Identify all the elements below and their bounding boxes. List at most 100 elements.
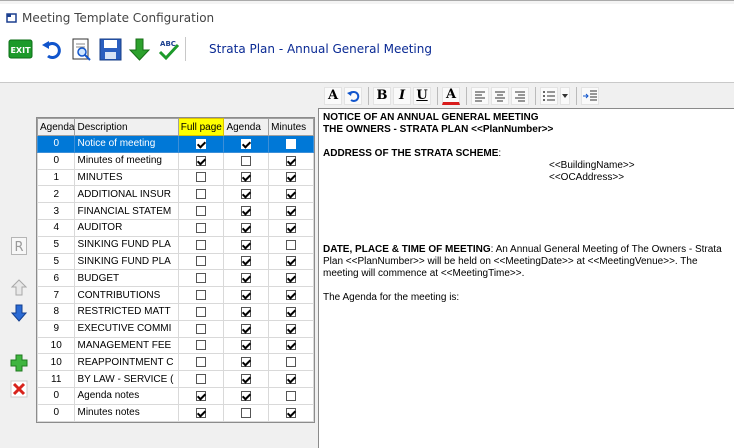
agenda-number-cell[interactable]: 8 — [36, 302, 76, 321]
agenda-checkbox[interactable] — [241, 323, 252, 334]
table-row[interactable]: 7 CONTRIBUTIONS — [36, 286, 314, 304]
table-row[interactable]: 10 REAPPOINTMENT C — [36, 353, 314, 372]
minutes-checkbox[interactable] — [286, 407, 297, 418]
full-page-checkbox[interactable] — [196, 273, 207, 284]
agenda-checkbox[interactable] — [241, 155, 252, 166]
table-row[interactable]: 0 Notice of meeting — [36, 135, 314, 153]
bullet-dropdown[interactable] — [560, 86, 570, 105]
full-page-checkbox[interactable] — [196, 138, 207, 149]
bold-button[interactable]: B — [373, 86, 391, 105]
agenda-number-cell[interactable]: 11 — [36, 370, 76, 388]
bullet-list-button[interactable] — [540, 86, 558, 105]
description-cell[interactable]: Minutes notes — [74, 403, 179, 422]
move-down-button[interactable] — [8, 302, 30, 324]
full-page-checkbox[interactable] — [196, 222, 207, 233]
agenda-checkbox[interactable] — [241, 273, 252, 284]
agenda-number-cell[interactable]: 3 — [36, 202, 76, 220]
description-cell[interactable]: FINANCIAL STATEM — [74, 202, 179, 220]
minutes-checkbox[interactable] — [286, 155, 297, 166]
undo-button[interactable] — [40, 37, 65, 62]
minutes-checkbox[interactable] — [286, 172, 297, 183]
description-cell[interactable]: MANAGEMENT FEE — [74, 336, 179, 355]
agenda-checkbox[interactable] — [241, 373, 252, 384]
table-row[interactable]: 2 ADDITIONAL INSUR — [36, 185, 314, 204]
description-cell[interactable]: MINUTES — [74, 168, 179, 187]
minutes-checkbox[interactable] — [286, 222, 297, 233]
minutes-checkbox[interactable] — [286, 306, 297, 317]
description-cell[interactable]: Minutes of meeting — [74, 151, 179, 170]
spell-check-button[interactable]: ABC — [156, 37, 181, 62]
agenda-number-cell[interactable]: 2 — [36, 185, 76, 204]
minutes-checkbox[interactable] — [286, 357, 297, 368]
agenda-checkbox[interactable] — [241, 189, 252, 200]
minutes-checkbox[interactable] — [286, 138, 297, 149]
align-left-button[interactable] — [471, 86, 489, 105]
table-row[interactable]: 10 MANAGEMENT FEE — [36, 336, 314, 355]
table-row[interactable]: 6 BUDGET — [36, 269, 314, 288]
full-page-checkbox[interactable] — [196, 189, 207, 200]
align-center-button[interactable] — [491, 86, 509, 105]
description-cell[interactable]: RESTRICTED MATT — [74, 302, 179, 321]
agenda-number-cell[interactable]: 0 — [36, 386, 76, 405]
description-cell[interactable]: Notice of meeting — [74, 135, 179, 153]
agenda-checkbox[interactable] — [241, 205, 252, 216]
col-agenda-flag[interactable]: Agenda — [223, 118, 270, 136]
full-page-checkbox[interactable] — [196, 373, 207, 384]
description-cell[interactable]: ADDITIONAL INSUR — [74, 185, 179, 204]
agenda-checkbox[interactable] — [241, 256, 252, 267]
description-cell[interactable]: SINKING FUND PLA — [74, 235, 179, 254]
table-row[interactable]: 0 Minutes of meeting — [36, 151, 314, 170]
minutes-checkbox[interactable] — [286, 390, 297, 401]
minutes-checkbox[interactable] — [286, 189, 297, 200]
full-page-checkbox[interactable] — [196, 340, 207, 351]
full-page-checkbox[interactable] — [196, 155, 207, 166]
font-color-button[interactable]: A — [442, 86, 460, 105]
description-cell[interactable]: CONTRIBUTIONS — [74, 286, 179, 304]
table-row[interactable]: 9 EXECUTIVE COMMI — [36, 319, 314, 338]
agenda-number-cell[interactable]: 6 — [36, 269, 76, 288]
agenda-checkbox[interactable] — [241, 222, 252, 233]
agenda-number-cell[interactable]: 10 — [36, 353, 76, 372]
download-button[interactable] — [127, 37, 152, 62]
preview-button[interactable] — [69, 37, 94, 62]
r-button[interactable]: R — [8, 235, 30, 257]
description-cell[interactable]: Agenda notes — [74, 386, 179, 405]
description-cell[interactable]: SINKING FUND PLA — [74, 252, 179, 271]
agenda-number-cell[interactable]: 4 — [36, 218, 76, 237]
agenda-number-cell[interactable]: 10 — [36, 336, 76, 355]
minutes-checkbox[interactable] — [286, 289, 297, 300]
exit-button[interactable]: EXIT — [8, 37, 33, 62]
agenda-number-cell[interactable]: 0 — [36, 135, 76, 153]
agenda-number-cell[interactable]: 7 — [36, 286, 76, 304]
description-cell[interactable]: EXECUTIVE COMMI — [74, 319, 179, 338]
agenda-number-cell[interactable]: 9 — [36, 319, 76, 338]
agenda-checkbox[interactable] — [241, 239, 252, 250]
indent-button[interactable] — [581, 86, 599, 105]
agenda-checkbox[interactable] — [241, 340, 252, 351]
minutes-checkbox[interactable] — [286, 373, 297, 384]
col-agenda[interactable]: Agenda — [36, 118, 76, 136]
italic-button[interactable]: I — [393, 86, 411, 105]
col-minutes[interactable]: Minutes — [268, 118, 314, 136]
agenda-number-cell[interactable]: 0 — [36, 403, 76, 422]
agenda-checkbox[interactable] — [241, 357, 252, 368]
full-page-checkbox[interactable] — [196, 323, 207, 334]
table-row[interactable]: 5 SINKING FUND PLA — [36, 235, 314, 254]
agenda-number-cell[interactable]: 5 — [36, 252, 76, 271]
agenda-checkbox[interactable] — [241, 390, 252, 401]
minutes-checkbox[interactable] — [286, 205, 297, 216]
agenda-checkbox[interactable] — [241, 407, 252, 418]
full-page-checkbox[interactable] — [196, 357, 207, 368]
align-right-button[interactable] — [511, 86, 529, 105]
full-page-checkbox[interactable] — [196, 239, 207, 250]
minutes-checkbox[interactable] — [286, 340, 297, 351]
agenda-checkbox[interactable] — [241, 289, 252, 300]
description-cell[interactable]: BY LAW - SERVICE ( — [74, 370, 179, 388]
delete-item-button[interactable] — [8, 378, 30, 400]
save-button[interactable] — [98, 37, 123, 62]
full-page-checkbox[interactable] — [196, 289, 207, 300]
full-page-checkbox[interactable] — [196, 306, 207, 317]
col-description[interactable]: Description — [74, 118, 179, 136]
col-full-page[interactable]: Full page — [177, 118, 225, 136]
full-page-checkbox[interactable] — [196, 407, 207, 418]
